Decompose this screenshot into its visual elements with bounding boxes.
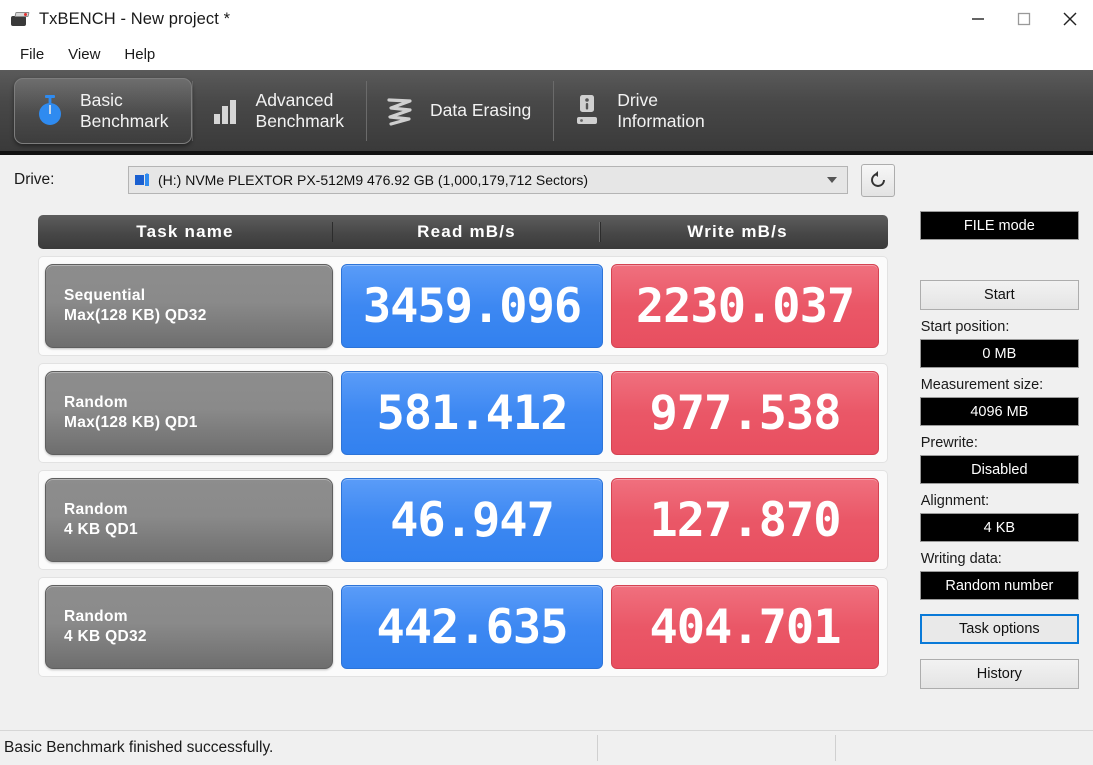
alignment-label: Alignment: [920, 493, 990, 509]
hard-drive-icon [135, 172, 152, 188]
tab-basic-benchmark-label: Basic Benchmark [80, 89, 169, 131]
read-value-cell: 46.947 [341, 478, 603, 562]
title-bar-left: TxBENCH - New project * [0, 10, 230, 29]
menu-item-view[interactable]: View [58, 42, 110, 67]
history-button[interactable]: History [919, 659, 1079, 689]
title-bar: TxBENCH - New project * [0, 0, 1093, 38]
minimize-icon[interactable] [955, 0, 1001, 38]
column-header-task-name: Task name [136, 222, 234, 241]
chevron-down-icon[interactable] [827, 177, 837, 183]
measurement-size-value[interactable]: 4096 MB [919, 397, 1079, 426]
refresh-icon[interactable] [861, 163, 895, 197]
window-title: TxBENCH - New project * [39, 9, 231, 28]
writing-data-label: Writing data: [920, 551, 1002, 567]
prewrite-value[interactable]: Disabled [919, 455, 1079, 484]
task-name-line1: Random [64, 608, 128, 625]
maximize-icon[interactable] [1001, 0, 1047, 38]
start-position-label: Start position: [920, 319, 1010, 335]
task-name-cell: Random 4 KB QD1 [45, 478, 333, 562]
options-sidebar: FILE mode Start Start position: 0 MB Mea… [919, 205, 1079, 732]
tab-drive-information-label: Drive Information [617, 89, 705, 131]
file-mode-display: FILE mode [919, 211, 1079, 240]
task-name-cell: Sequential Max(128 KB) QD32 [45, 264, 333, 348]
tab-strip: Basic Benchmark Advanced Benchmark Data … [0, 70, 1093, 155]
window-controls [955, 0, 1093, 38]
task-name-line2: Max(128 KB) QD1 [64, 414, 198, 431]
start-button[interactable]: Start [919, 280, 1079, 310]
close-icon[interactable] [1047, 0, 1093, 38]
drive-label: Drive: [14, 171, 55, 188]
read-value-cell: 581.412 [341, 371, 603, 455]
task-name-line2: 4 KB QD32 [64, 628, 147, 645]
tab-drive-information[interactable]: Drive Information [554, 78, 727, 144]
task-name-line2: 4 KB QD1 [64, 521, 138, 538]
menu-item-help[interactable]: Help [114, 42, 165, 67]
task-name-line2: Max(128 KB) QD32 [64, 307, 207, 324]
tab-data-erasing[interactable]: Data Erasing [367, 78, 553, 144]
alignment-value[interactable]: 4 KB [919, 513, 1079, 542]
menu-item-file[interactable]: File [10, 42, 54, 67]
task-options-button[interactable]: Task options [919, 614, 1079, 644]
menu-bar: File View Help [0, 38, 1093, 70]
write-value-cell: 404.701 [611, 585, 879, 669]
task-name-cell: Random 4 KB QD32 [45, 585, 333, 669]
status-divider [597, 735, 598, 761]
stopwatch-icon [33, 92, 67, 130]
write-value-cell: 127.870 [611, 478, 879, 562]
column-header-read: Read mB/s [332, 222, 600, 242]
write-value-cell: 977.538 [611, 371, 879, 455]
results-table: Task name Read mB/s Write mB/s Sequentia… [38, 205, 888, 732]
table-header-row: Task name Read mB/s Write mB/s [38, 215, 888, 249]
prewrite-label: Prewrite: [920, 435, 978, 451]
tab-advanced-benchmark-label: Advanced Benchmark [255, 89, 345, 131]
status-message: Basic Benchmark finished successfully. [4, 739, 274, 756]
column-header-write: Write mB/s [600, 222, 874, 242]
task-name-line1: Random [64, 394, 128, 411]
drive-info-icon [570, 92, 604, 130]
task-name-line1: Sequential [64, 287, 146, 304]
txbench-app-icon [10, 10, 30, 28]
start-position-value[interactable]: 0 MB [919, 339, 1079, 368]
write-value-cell: 2230.037 [611, 264, 879, 348]
tab-advanced-benchmark[interactable]: Advanced Benchmark [193, 78, 367, 144]
status-bar: Basic Benchmark finished successfully. [0, 730, 1093, 765]
task-name-line1: Random [64, 501, 128, 518]
main-content: Task name Read mB/s Write mB/s Sequentia… [0, 205, 1093, 732]
drive-select[interactable]: (H:) NVMe PLEXTOR PX-512M9 476.92 GB (1,… [128, 166, 848, 194]
writing-data-value[interactable]: Random number [919, 571, 1079, 600]
tab-basic-benchmark[interactable]: Basic Benchmark [14, 77, 192, 144]
bar-chart-icon [209, 92, 243, 130]
scribble-erase-icon [383, 92, 417, 130]
measurement-size-label: Measurement size: [920, 377, 1044, 393]
read-value-cell: 442.635 [341, 585, 603, 669]
table-row[interactable]: Random Max(128 KB) QD1 581.412 977.538 [38, 363, 888, 463]
table-row[interactable]: Sequential Max(128 KB) QD32 3459.096 223… [38, 256, 888, 356]
tab-data-erasing-label: Data Erasing [430, 100, 532, 120]
task-name-cell: Random Max(128 KB) QD1 [45, 371, 333, 455]
read-value-cell: 3459.096 [341, 264, 603, 348]
drive-selector-row: Drive: (H:) NVMe PLEXTOR PX-512M9 476.92… [0, 155, 1093, 205]
table-row[interactable]: Random 4 KB QD32 442.635 404.701 [38, 577, 888, 677]
table-row[interactable]: Random 4 KB QD1 46.947 127.870 [38, 470, 888, 570]
status-divider [835, 735, 836, 761]
drive-select-value: (H:) NVMe PLEXTOR PX-512M9 476.92 GB (1,… [158, 172, 589, 188]
